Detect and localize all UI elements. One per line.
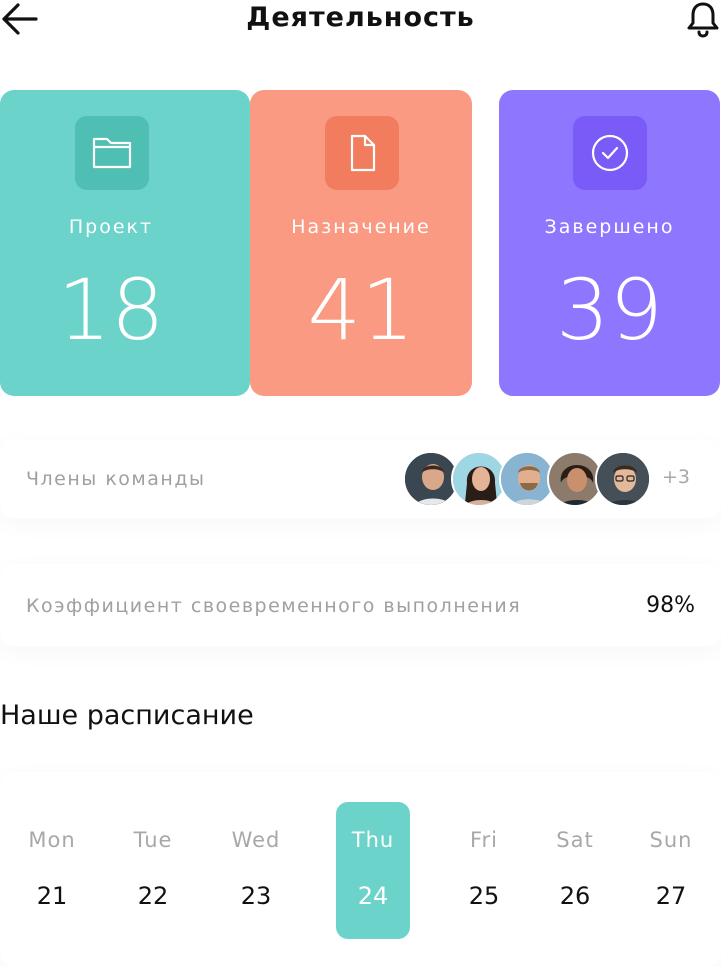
team-members-label: Члены команды [26,468,206,490]
completed-count: 39 [556,261,663,359]
day-thu[interactable]: Thu 24 [336,802,410,939]
completion-rate-panel: Коэффициент своевременного выполнения 98… [0,564,721,646]
day-number: 23 [240,882,272,910]
person-avatar-icon [597,453,649,505]
bell-icon [687,2,719,38]
day-name: Tue [133,828,173,852]
day-fri[interactable]: Fri 25 [447,802,521,939]
assignment-count: 41 [307,261,415,359]
document-icon [350,134,376,172]
check-circle-icon [591,134,629,172]
day-number: 26 [559,882,591,910]
assignment-label: Назначение [291,216,431,238]
completed-label: Завершено [544,216,675,238]
day-wed[interactable]: Wed 23 [219,802,293,939]
project-count: 18 [57,261,165,359]
project-card[interactable]: Проект 18 [0,90,250,396]
day-mon[interactable]: Mon 21 [15,802,89,939]
avatar[interactable] [595,451,651,507]
week-calendar: Mon 21 Tue 22 Wed 23 Thu 24 Fri 25 Sat 2… [0,772,721,966]
more-members-count[interactable]: +3 [662,466,690,488]
assignment-card[interactable]: Назначение 41 [250,90,472,396]
day-sun[interactable]: Sun 27 [634,802,708,939]
day-name: Sat [556,828,594,852]
day-name: Thu [351,828,395,852]
completion-rate-value: 98% [646,593,695,618]
folder-icon-box [75,116,149,190]
notifications-button[interactable] [685,0,721,38]
project-label: Проект [68,216,154,238]
check-icon-box [573,116,647,190]
day-name: Sun [649,828,693,852]
day-number: 24 [357,882,389,910]
day-number: 27 [655,882,687,910]
day-tue[interactable]: Tue 22 [116,802,190,939]
completed-card[interactable]: Завершено 39 [499,90,720,396]
document-icon-box [325,116,399,190]
day-name: Wed [231,828,281,852]
day-number: 22 [137,882,169,910]
schedule-title: Наше расписание [0,700,254,731]
completion-rate-label: Коэффициент своевременного выполнения [26,595,522,617]
day-name: Mon [28,828,76,852]
day-number: 21 [36,882,68,910]
team-members-panel[interactable]: Члены команды +3 [0,440,721,518]
day-number: 25 [468,882,500,910]
day-sat[interactable]: Sat 26 [538,802,612,939]
day-name: Fri [469,828,499,852]
page-title: Деятельность [246,2,475,33]
folder-icon [92,137,132,169]
top-bar: Деятельность [0,0,721,40]
